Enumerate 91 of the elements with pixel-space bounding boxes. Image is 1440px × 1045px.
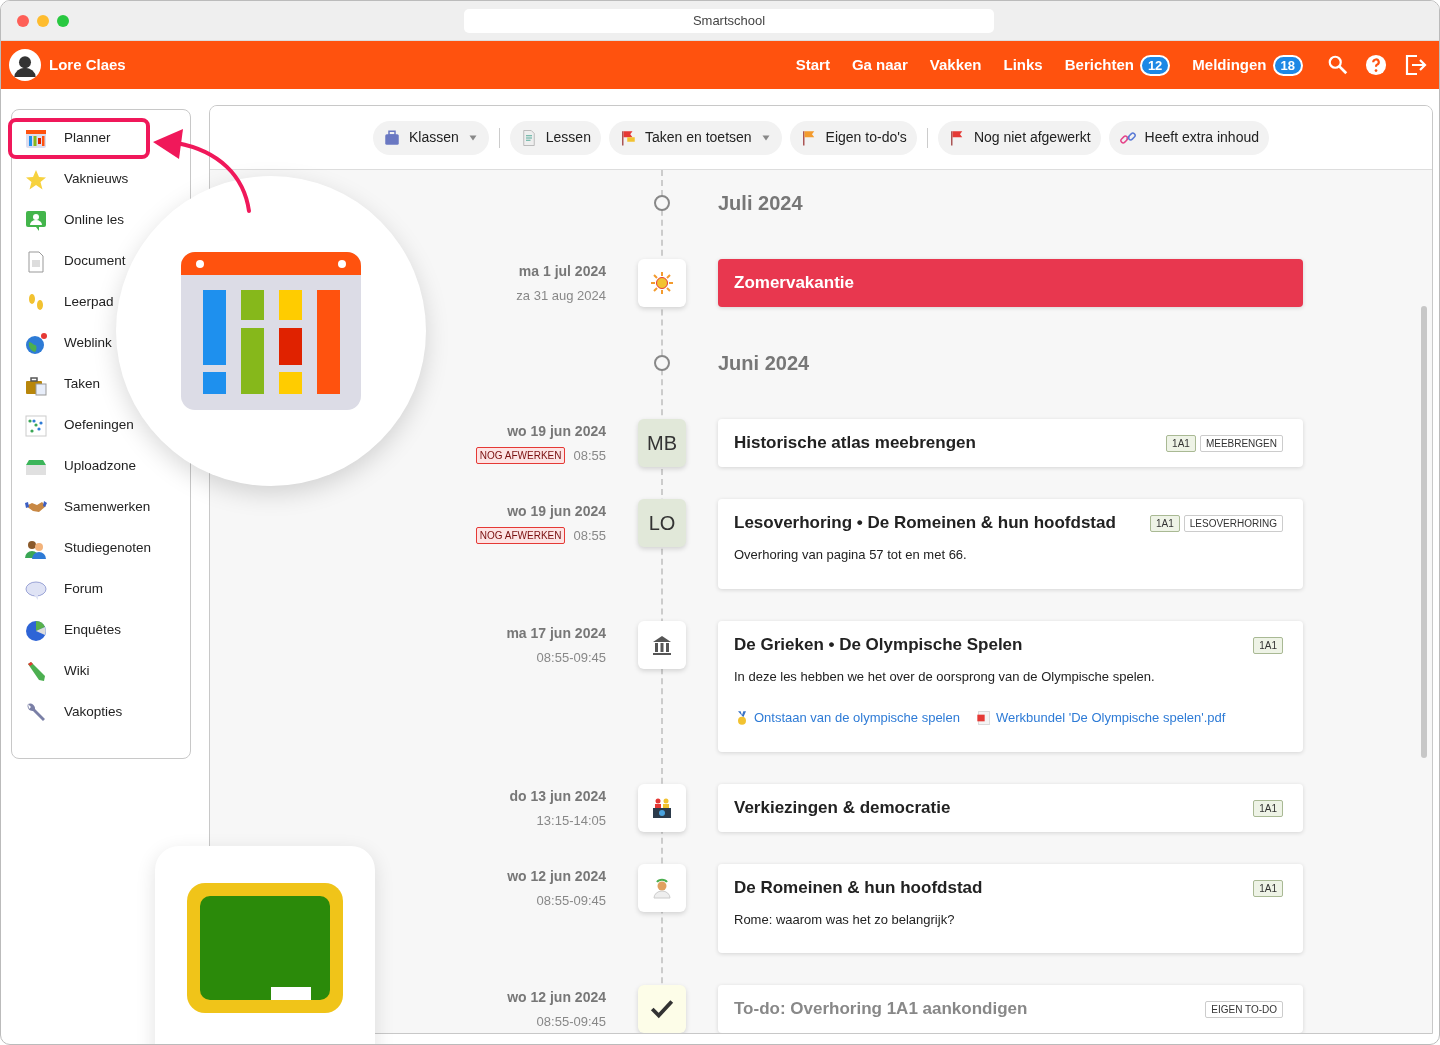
timeline-node-icon [654, 195, 670, 211]
item-time: 08:55 [573, 447, 606, 465]
card-title: Zomervakantie [734, 272, 854, 294]
sidebar-item-icon [24, 331, 48, 356]
timeline-node-icon [654, 355, 670, 371]
card-title: Verkiezingen & democratie [734, 796, 951, 819]
sidebar-item-icon [24, 618, 48, 643]
tag: 1A1 [1149, 515, 1180, 532]
timeline-card[interactable]: De Grieken • De Olympische Spelen 1A1 In deze les hebben we het over de oorsprong van de Olympische spelen. Ontstaan van de olympische spelen Werkbundel 'De Olympische spelen'.pdf [718, 620, 1303, 752]
tag: MEEBRENGEN [1199, 435, 1283, 452]
item-time: 08:55-09:45 [536, 648, 606, 667]
window-title: Smartschool [464, 8, 994, 33]
avatar-icon[interactable] [9, 49, 41, 81]
timeline-card[interactable]: To-do: Overhoring 1A1 aankondigen EIGEN TO-DO [718, 985, 1303, 1033]
item-date: wo 12 jun 2024 [506, 866, 606, 886]
item-time: 08:55 [573, 527, 606, 545]
attachment-link[interactable]: Ontstaan van de olympische spelen [734, 708, 960, 728]
card-description: In deze les hebben we het over de oorsprong van de Olympische spelen. [734, 667, 1156, 686]
help-icon[interactable] [1365, 54, 1387, 76]
card-title: To-do: Overhoring 1A1 aankondigen [734, 998, 1028, 1020]
status-label: NOG AFWERKEN [475, 527, 566, 545]
sidebar-item[interactable]: Samenwerken [8, 487, 155, 528]
pdf-file-icon [975, 709, 992, 726]
sidebar-item[interactable]: Forum [8, 569, 107, 610]
card-description: Rome: waarom was het zo belangrijk? [734, 910, 956, 929]
item-date: ma 1 jul 2024 [517, 262, 606, 281]
filter-button[interactable]: Nog niet afgewerkt [937, 120, 1101, 155]
count-badge: 12 [1139, 54, 1171, 76]
count-badge: 18 [1272, 54, 1303, 76]
item-time: 08:55-09:45 [536, 891, 606, 910]
nav-link[interactable]: Meldingen 18 [1192, 53, 1303, 77]
card-title: Lesoverhoring • De Romeinen & hun hoofdstad [734, 512, 1116, 534]
initials-marker: LO [638, 499, 686, 547]
scrollbar[interactable] [1421, 306, 1427, 758]
sidebar-item[interactable]: Online les [8, 200, 129, 241]
briefcase-icon [383, 128, 401, 147]
initials-marker: MB [638, 419, 686, 467]
item-date: wo 19 jun 2024 [506, 422, 606, 441]
nav-link[interactable]: Berichten 12 [1064, 53, 1171, 77]
logout-icon[interactable] [1403, 53, 1427, 77]
sidebar-item-icon [24, 413, 48, 438]
timeline-card[interactable]: Verkiezingen & democratie 1A1 [718, 783, 1303, 832]
search-icon[interactable] [1327, 54, 1349, 76]
sidebar-item[interactable]: Taken [8, 364, 105, 405]
card-description: Overhoring van pagina 57 tot en met 66. [734, 546, 968, 564]
sidebar-item[interactable]: Vakopties [8, 692, 127, 733]
sidebar-item[interactable]: Planner [8, 118, 150, 159]
sidebar-item[interactable]: Weblink [8, 323, 116, 364]
card-title: Historische atlas meebrengen [734, 432, 976, 454]
sidebar-item[interactable]: Enquêtes [8, 610, 126, 651]
filter-button[interactable]: Heeft extra inhoud [1108, 120, 1269, 155]
window-control-icon[interactable] [17, 14, 29, 27]
item-time: 08:55-09:45 [536, 1013, 606, 1031]
sidebar-item[interactable]: Document [8, 241, 130, 282]
tag: 1A1 [1253, 879, 1283, 897]
item-time: za 31 aug 2024 [516, 287, 606, 305]
sidebar-item[interactable]: Studiegenoten [8, 528, 156, 569]
sidebar-item[interactable]: Wiki [8, 651, 94, 692]
tag: 1A1 [1166, 435, 1196, 452]
window-control-icon[interactable] [57, 14, 69, 27]
item-date: do 13 jun 2024 [508, 786, 606, 806]
tag: 1A1 [1253, 636, 1283, 654]
item-date: wo 19 jun 2024 [506, 502, 606, 521]
sun-icon [650, 271, 674, 295]
sidebar-item[interactable]: Vaknieuws [8, 159, 133, 200]
sidebar-item-icon [24, 208, 48, 233]
filter-button[interactable]: Eigen to-do's [789, 120, 917, 155]
sidebar-item[interactable]: Leerpad [8, 282, 118, 323]
filter-button[interactable]: Klassen [373, 120, 489, 155]
timeline-card[interactable]: Lesoverhoring • De Romeinen & hun hoofdstad 1A1 LESOVERHORING Overhoring van pagina 57 tot en met 66. [718, 499, 1303, 589]
item-date: ma 17 jun 2024 [505, 623, 606, 643]
attachment-link[interactable]: Werkbundel 'De Olympische spelen'.pdf [975, 708, 1226, 728]
timeline-card[interactable]: Zomervakantie [718, 259, 1303, 307]
card-title: De Grieken • De Olympische Spelen [734, 633, 1023, 656]
item-date: wo 12 jun 2024 [506, 988, 606, 1007]
month-heading: Juni 2024 [718, 351, 810, 376]
status-label: NOG AFWERKEN [475, 447, 566, 465]
tag: EIGEN TO-DO [1205, 1001, 1283, 1018]
card-title: De Romeinen & hun hoofdstad [734, 876, 983, 899]
sidebar-item[interactable]: Oefeningen [8, 405, 138, 446]
planner-icon [181, 252, 361, 410]
timeline-card[interactable]: Historische atlas meebrengen 1A1 MEEBRENGEN [718, 419, 1303, 467]
month-heading: Juli 2024 [718, 191, 803, 216]
tag: LESOVERHORING [1183, 515, 1283, 532]
timeline-card[interactable]: De Romeinen & hun hoofdstad 1A1 Rome: waarom was het zo belangrijk? [718, 863, 1303, 953]
chalkboard-icon [187, 883, 343, 1013]
filter-button[interactable]: Lessen [509, 120, 601, 155]
filter-button[interactable]: Taken en toetsen [608, 120, 782, 155]
item-time: 13:15-14:05 [536, 811, 606, 830]
sidebar-item[interactable]: Uploadzone [8, 446, 141, 487]
tag: 1A1 [1253, 799, 1283, 817]
